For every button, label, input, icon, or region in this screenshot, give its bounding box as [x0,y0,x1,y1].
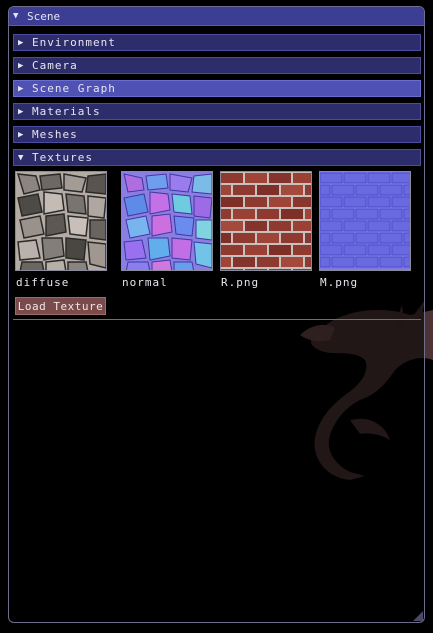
texture-thumb-normal[interactable] [121,171,213,271]
window-titlebar[interactable]: ▼ Scene [9,7,424,26]
triangle-right-icon: ▶ [18,60,25,71]
scene-window[interactable]: ▼ Scene ▶ Environment ▶ Camera ▶ Scene G… [8,6,425,623]
triangle-down-icon: ▼ [18,152,25,163]
triangle-right-icon: ▶ [18,83,25,94]
separator [13,319,421,320]
section-label: Environment [32,36,116,49]
triangle-down-icon[interactable]: ▼ [13,11,27,21]
texture-name: R.png [221,276,260,289]
section-header-scene-graph[interactable]: ▶ Scene Graph [13,80,421,97]
texture-name: normal [122,276,168,289]
section-header-textures[interactable]: ▼ Textures [13,149,421,166]
texture-thumb-diffuse[interactable] [15,171,107,271]
triangle-right-icon: ▶ [18,37,25,48]
texture-name: M.png [320,276,359,289]
texture-name: diffuse [16,276,70,289]
section-header-meshes[interactable]: ▶ Meshes [13,126,421,143]
section-header-materials[interactable]: ▶ Materials [13,103,421,120]
section-label: Textures [32,151,93,164]
section-label: Meshes [32,128,78,141]
section-label: Materials [32,105,101,118]
section-header-environment[interactable]: ▶ Environment [13,34,421,51]
section-label: Scene Graph [32,82,116,95]
section-label: Camera [32,59,78,72]
triangle-right-icon: ▶ [18,106,25,117]
load-texture-button[interactable]: Load Texture [15,297,106,315]
window-title: Scene [27,9,61,23]
resize-grip-icon[interactable] [413,611,423,621]
texture-thumb-r-png[interactable] [220,171,312,271]
triangle-right-icon: ▶ [18,129,25,140]
section-header-camera[interactable]: ▶ Camera [13,57,421,74]
texture-thumb-m-png[interactable] [319,171,411,271]
